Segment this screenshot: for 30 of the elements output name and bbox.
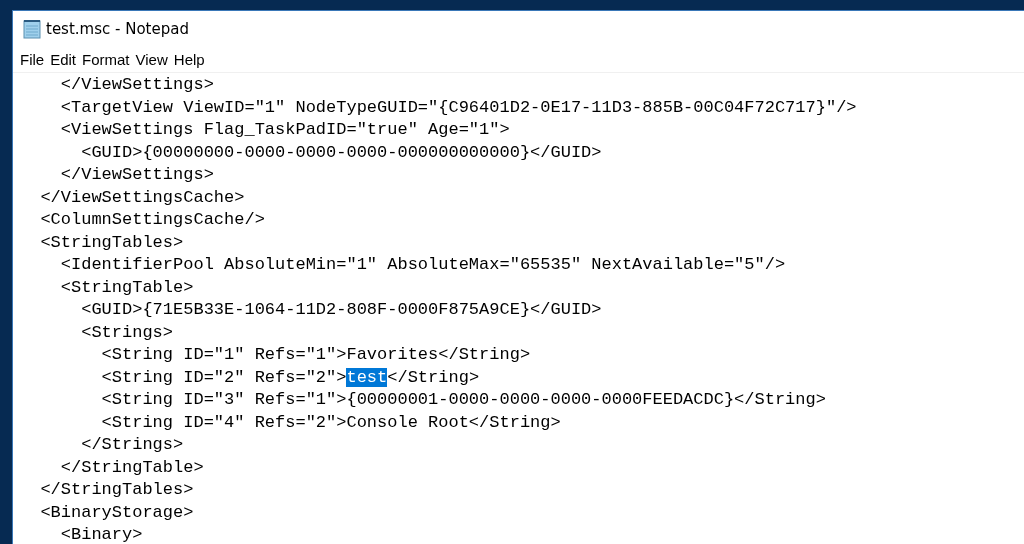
- code-line: <TargetView ViewID="1" NodeTypeGUID="{C96401D2-0E17-11D3-885B-00C04F72C717}"/>: [59, 96, 857, 119]
- code-line: <BinaryStorage>: [39, 501, 194, 524]
- code-line: <ColumnSettingsCache/>: [39, 209, 265, 231]
- code-line: <ViewSettings Flag_TaskPadID="true" Age="1">: [59, 119, 510, 141]
- window-title: test.msc - Notepad: [46, 19, 189, 38]
- code-line: <StringTable>: [59, 276, 194, 299]
- menu-item[interactable]: Edit: [47, 50, 80, 68]
- code-text: </String>: [387, 367, 480, 387]
- menu-item[interactable]: View: [132, 50, 171, 68]
- code-line: <Binary>: [59, 524, 143, 544]
- code-line: </StringTable>: [59, 456, 204, 479]
- code-line: <GUID>{00000000-0000-0000-0000-000000000000}</GUID>: [80, 141, 602, 164]
- code-line: </Strings>: [80, 434, 184, 456]
- selected-text: test: [346, 367, 388, 387]
- code-text: <String ID="2" Refs="2">: [100, 367, 347, 387]
- code-line: <GUID>{71E5B33E-1064-11D2-808F-0000F875A9CE}</GUID>: [80, 299, 602, 321]
- notepad-icon: [23, 18, 41, 39]
- code-line: <IdentifierPool AbsoluteMin="1" AbsoluteMax="65535" NextAvailable="5"/>: [59, 254, 786, 276]
- code-line: <StringTables>: [39, 231, 184, 254]
- code-line: </ViewSettings>: [59, 74, 214, 96]
- menu-item[interactable]: File: [17, 50, 48, 68]
- code-line: <String ID="4" Refs="2">Console Root</String>: [100, 411, 561, 434]
- menu-item[interactable]: Format: [79, 50, 133, 68]
- code-line: <String ID="1" Refs="1">Favorites</String>: [100, 344, 531, 366]
- code-line: <String ID="3" Refs="1">{00000001-0000-0000-0000-0000FEEDACDC}</String>: [100, 389, 826, 411]
- code-line: </ViewSettings>: [59, 164, 214, 186]
- code-line: </StringTables>: [39, 479, 194, 501]
- menu-item[interactable]: Help: [170, 50, 208, 68]
- code-line: </ViewSettingsCache>: [39, 186, 245, 209]
- code-line: <Strings>: [80, 321, 174, 344]
